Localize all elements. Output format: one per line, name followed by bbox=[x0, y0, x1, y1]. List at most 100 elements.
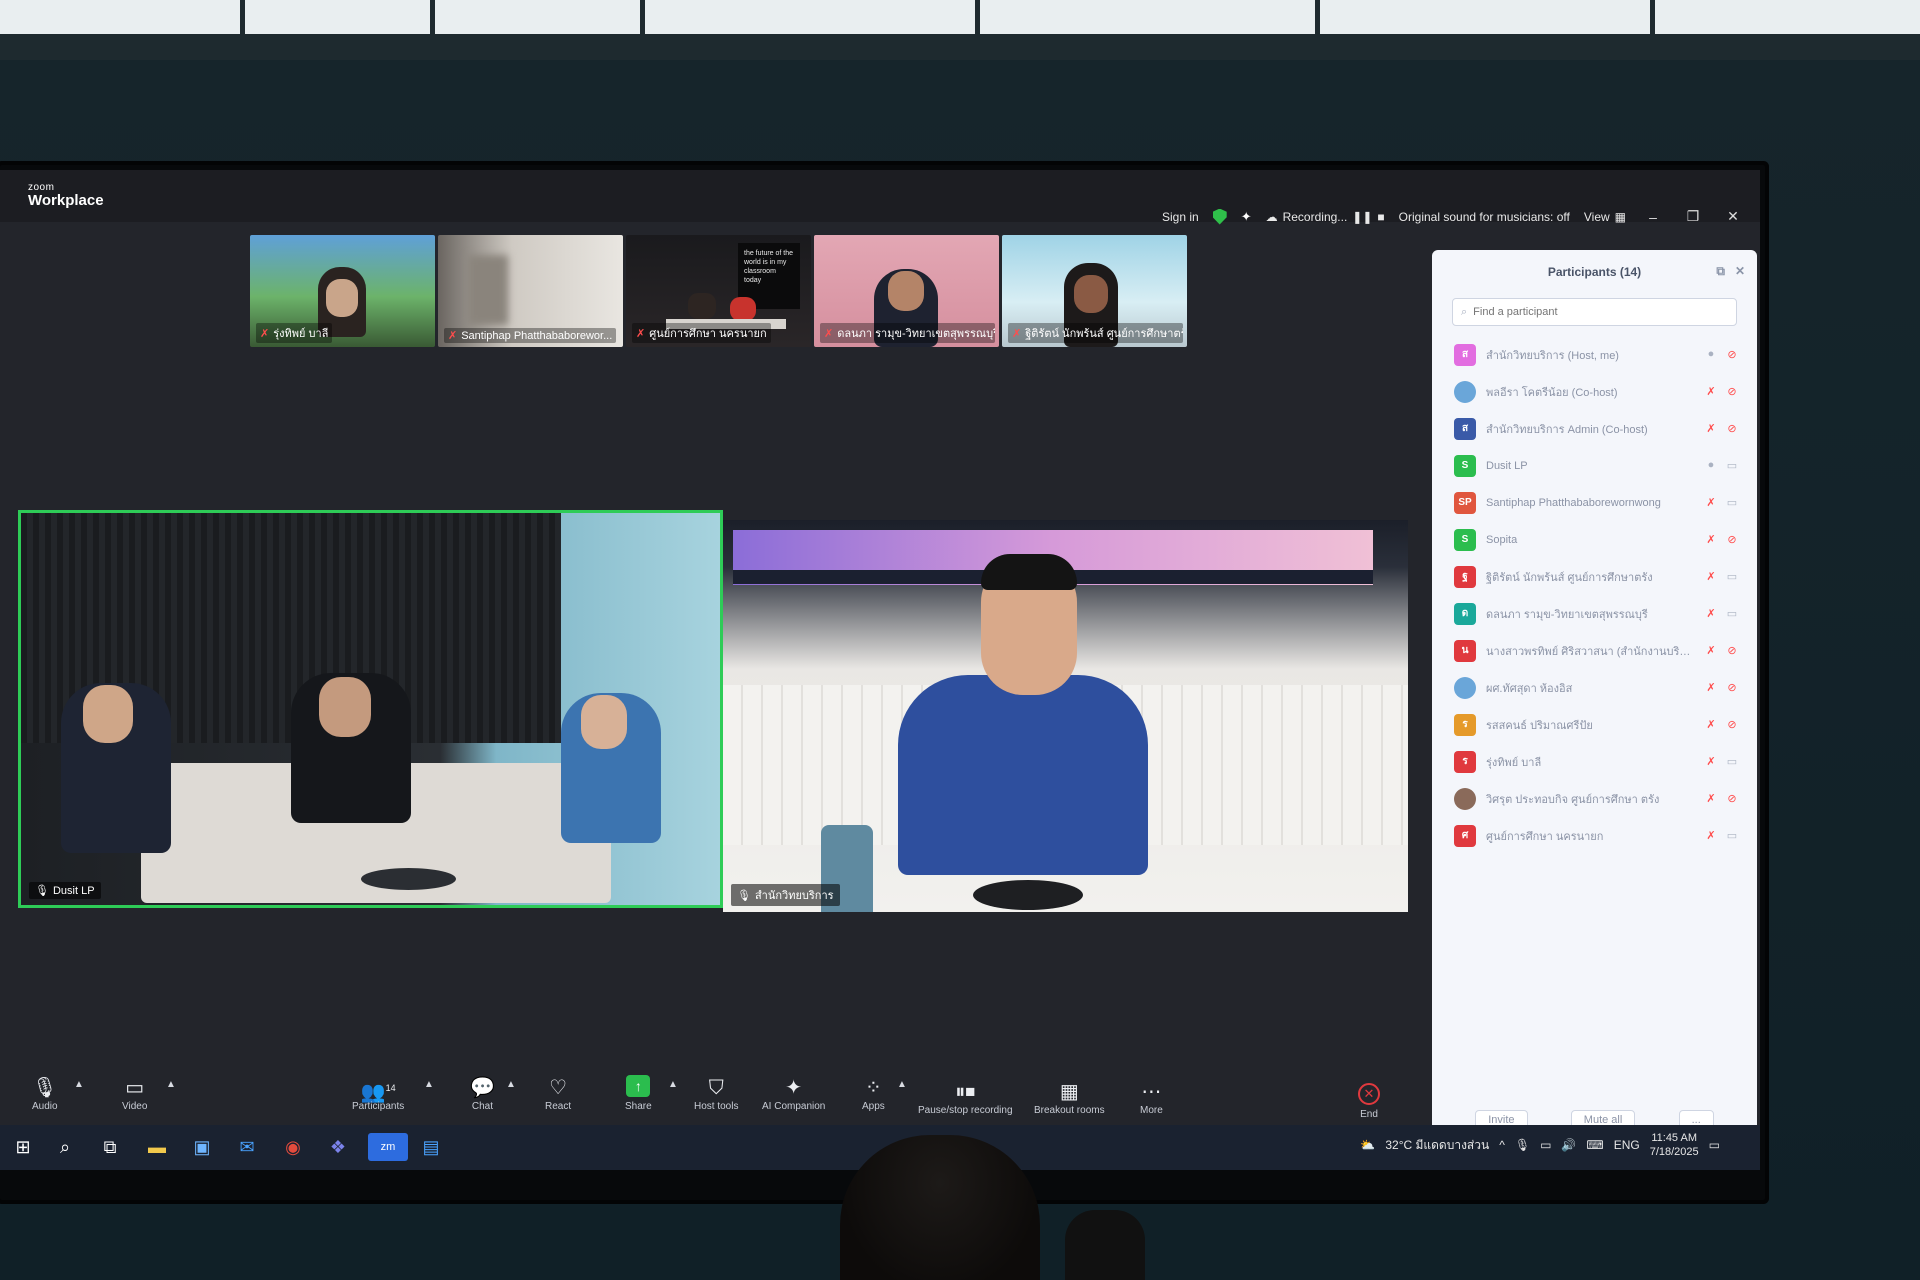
participant-row[interactable]: ฐฐิติรัตน์ นักพร้นส์ ศูนย์การศึกษาตรัง ✗ ▭ bbox=[1432, 558, 1757, 595]
share-button[interactable]: ↑ Share bbox=[625, 1075, 652, 1112]
chevron-up-icon[interactable]: ^ bbox=[1499, 1138, 1505, 1152]
zoom-taskbar-icon[interactable]: zm bbox=[368, 1133, 408, 1161]
video-thumbnail[interactable]: the future of the world is in my classro… bbox=[626, 235, 811, 347]
teams-icon[interactable]: ❖ bbox=[323, 1133, 353, 1161]
breakout-rooms-button[interactable]: ▦ Breakout rooms bbox=[1034, 1079, 1105, 1116]
participant-row[interactable]: ดดลนภา รามุข-วิทยาเขตสุพรรณบุรี ✗ ▭ bbox=[1432, 595, 1757, 632]
participant-row[interactable]: SP Santiphap Phatthababorewornwong ✗ ▭ bbox=[1432, 484, 1757, 521]
file-explorer-icon[interactable]: ▬ bbox=[142, 1133, 172, 1161]
apps-options-caret[interactable]: ▲ bbox=[897, 1079, 907, 1090]
pause-icon[interactable]: ❚❚ bbox=[1352, 210, 1372, 224]
participant-row[interactable]: สสำนักวิทยบริการ (Host, me) ● ⊘ bbox=[1432, 336, 1757, 373]
participant-row[interactable]: พลอีรา โคตรีน้อย (Co-host) ✗ ⊘ bbox=[1432, 373, 1757, 410]
mail-icon[interactable]: ✉ bbox=[232, 1133, 262, 1161]
muted-mic-icon[interactable]: ✗ bbox=[1705, 829, 1717, 842]
minimize-button[interactable]: – bbox=[1640, 209, 1666, 225]
recording-indicator[interactable]: ☁ Recording... ❚❚ ■ bbox=[1266, 210, 1385, 224]
muted-mic-icon[interactable]: ✗ bbox=[1705, 681, 1717, 694]
weather-label[interactable]: 32°C มีแดดบางส่วน bbox=[1385, 1136, 1489, 1155]
windows-start-icon[interactable]: ⊞ bbox=[8, 1133, 38, 1161]
video-thumbnail[interactable]: ✗ ฐิติรัตน์ นักพร้นส์ ศูนย์การศึกษาตรั..… bbox=[1002, 235, 1187, 347]
video-options-caret[interactable]: ▲ bbox=[166, 1079, 176, 1090]
camera-off-icon[interactable]: ⊘ bbox=[1725, 792, 1739, 805]
video-thumbnail[interactable]: ✗ Santiphap Phatthababorewor... bbox=[438, 235, 623, 347]
muted-mic-icon[interactable]: ✗ bbox=[1705, 570, 1717, 583]
camera-off-icon[interactable]: ⊘ bbox=[1725, 681, 1739, 694]
active-speaker-video[interactable]: 🎙 Dusit LP bbox=[18, 510, 723, 908]
close-icon[interactable]: ✕ bbox=[1735, 264, 1745, 279]
original-sound-toggle[interactable]: Original sound for musicians: off bbox=[1399, 210, 1570, 224]
language-indicator[interactable]: ENG bbox=[1614, 1138, 1640, 1152]
store-icon[interactable]: ▣ bbox=[187, 1133, 217, 1161]
camera-icon[interactable]: ▭ bbox=[1725, 755, 1739, 768]
microphone-icon[interactable]: ● bbox=[1705, 348, 1717, 361]
camera-off-icon[interactable]: ⊘ bbox=[1725, 644, 1739, 657]
search-icon[interactable]: ⌕ bbox=[50, 1133, 80, 1161]
app-window-icon[interactable]: ▤ bbox=[416, 1133, 446, 1161]
camera-off-icon[interactable]: ⊘ bbox=[1725, 422, 1739, 435]
chat-button[interactable]: 💬 Chat bbox=[470, 1075, 495, 1112]
camera-off-icon[interactable]: ⊘ bbox=[1725, 718, 1739, 731]
pause-stop-recording-button[interactable]: ⏸⏹ Pause/stop recording bbox=[918, 1079, 1013, 1116]
camera-off-icon[interactable]: ⊘ bbox=[1725, 348, 1739, 361]
popout-icon[interactable]: ⧉ bbox=[1716, 264, 1725, 279]
host-tools-button[interactable]: ⛉ Host tools bbox=[694, 1075, 738, 1112]
ai-sparkle-icon[interactable]: ✦ bbox=[1241, 209, 1252, 225]
camera-icon[interactable]: ▭ bbox=[1725, 570, 1739, 583]
participant-search[interactable]: ⌕ bbox=[1452, 298, 1737, 326]
more-button[interactable]: ⋯ More bbox=[1140, 1079, 1163, 1116]
muted-mic-icon[interactable]: ✗ bbox=[1705, 607, 1717, 620]
muted-mic-icon[interactable]: ✗ bbox=[1705, 792, 1717, 805]
participant-row[interactable]: รรุ่งทิพย์ บาลี ✗ ▭ bbox=[1432, 743, 1757, 780]
notification-icon[interactable]: ▭ bbox=[1709, 1138, 1720, 1152]
participant-row[interactable]: ผศ.ทัศสุดา ห้องอิส ✗ ⊘ bbox=[1432, 669, 1757, 706]
video-button[interactable]: ▭ Video bbox=[122, 1075, 147, 1112]
video-thumbnail[interactable]: ✗ ดลนภา รามุข-วิทยาเขตสุพรรณบุรี bbox=[814, 235, 999, 347]
audio-button[interactable]: 🎙 Audio bbox=[32, 1075, 58, 1112]
task-view-icon[interactable]: ⧉ bbox=[95, 1133, 125, 1161]
stop-icon[interactable]: ■ bbox=[1377, 210, 1384, 224]
chat-options-caret[interactable]: ▲ bbox=[506, 1079, 516, 1090]
muted-mic-icon[interactable]: ✗ bbox=[1705, 718, 1717, 731]
apps-button[interactable]: ⁘ Apps bbox=[862, 1075, 885, 1112]
camera-icon[interactable]: ▭ bbox=[1725, 496, 1739, 509]
participant-row[interactable]: ศศูนย์การศึกษา นครนายก ✗ ▭ bbox=[1432, 817, 1757, 854]
audio-options-caret[interactable]: ▲ bbox=[74, 1079, 84, 1090]
camera-icon[interactable]: ▭ bbox=[1725, 607, 1739, 620]
end-button[interactable]: ✕ End bbox=[1358, 1083, 1380, 1120]
react-button[interactable]: ♡ React bbox=[545, 1075, 571, 1112]
participant-row[interactable]: วิศรุต ประทอบกิจ ศูนย์การศึกษา ตรัง ✗ ⊘ bbox=[1432, 780, 1757, 817]
keyboard-icon[interactable]: ⌨ bbox=[1586, 1138, 1603, 1152]
participant-row[interactable]: สสำนักวิทยบริการ Admin (Co-host) ✗ ⊘ bbox=[1432, 410, 1757, 447]
chrome-icon[interactable]: ◉ bbox=[278, 1133, 308, 1161]
view-menu[interactable]: View ▦ bbox=[1584, 210, 1626, 224]
microphone-icon[interactable]: ● bbox=[1705, 459, 1717, 472]
camera-off-icon[interactable]: ⊘ bbox=[1725, 533, 1739, 546]
participant-row[interactable]: รรสสคนธ์ ปริมาณศรีปัย ✗ ⊘ bbox=[1432, 706, 1757, 743]
ai-companion-button[interactable]: ✦ AI Companion bbox=[762, 1075, 825, 1112]
participants-button[interactable]: 👥14 Participants bbox=[352, 1075, 404, 1112]
muted-mic-icon[interactable]: ✗ bbox=[1705, 496, 1717, 509]
restore-button[interactable]: ❐ bbox=[1680, 208, 1706, 225]
microphone-icon[interactable]: 🎙 bbox=[1515, 1138, 1530, 1152]
muted-mic-icon[interactable]: ✗ bbox=[1705, 644, 1717, 657]
participant-row[interactable]: S Dusit LP ● ▭ bbox=[1432, 447, 1757, 484]
muted-mic-icon[interactable]: ✗ bbox=[1705, 385, 1717, 398]
video-thumbnail[interactable]: ✗ รุ่งทิพย์ บาลี bbox=[250, 235, 435, 347]
network-icon[interactable]: ▭ bbox=[1540, 1138, 1551, 1152]
clock[interactable]: 11:45 AM 7/18/2025 bbox=[1650, 1131, 1699, 1159]
muted-mic-icon[interactable]: ✗ bbox=[1705, 422, 1717, 435]
search-input[interactable] bbox=[1473, 306, 1704, 318]
sign-in-link[interactable]: Sign in bbox=[1162, 210, 1199, 224]
share-options-caret[interactable]: ▲ bbox=[668, 1079, 678, 1090]
participants-options-caret[interactable]: ▲ bbox=[424, 1079, 434, 1090]
participant-row[interactable]: S Sopita ✗ ⊘ bbox=[1432, 521, 1757, 558]
muted-mic-icon[interactable]: ✗ bbox=[1705, 533, 1717, 546]
volume-icon[interactable]: 🔊 bbox=[1561, 1138, 1576, 1152]
participant-video[interactable]: 🎙 สำนักวิทยบริการ bbox=[723, 520, 1408, 912]
muted-mic-icon[interactable]: ✗ bbox=[1705, 755, 1717, 768]
camera-off-icon[interactable]: ⊘ bbox=[1725, 385, 1739, 398]
camera-icon[interactable]: ▭ bbox=[1725, 829, 1739, 842]
camera-icon[interactable]: ▭ bbox=[1725, 459, 1739, 472]
shield-icon[interactable] bbox=[1212, 208, 1227, 225]
